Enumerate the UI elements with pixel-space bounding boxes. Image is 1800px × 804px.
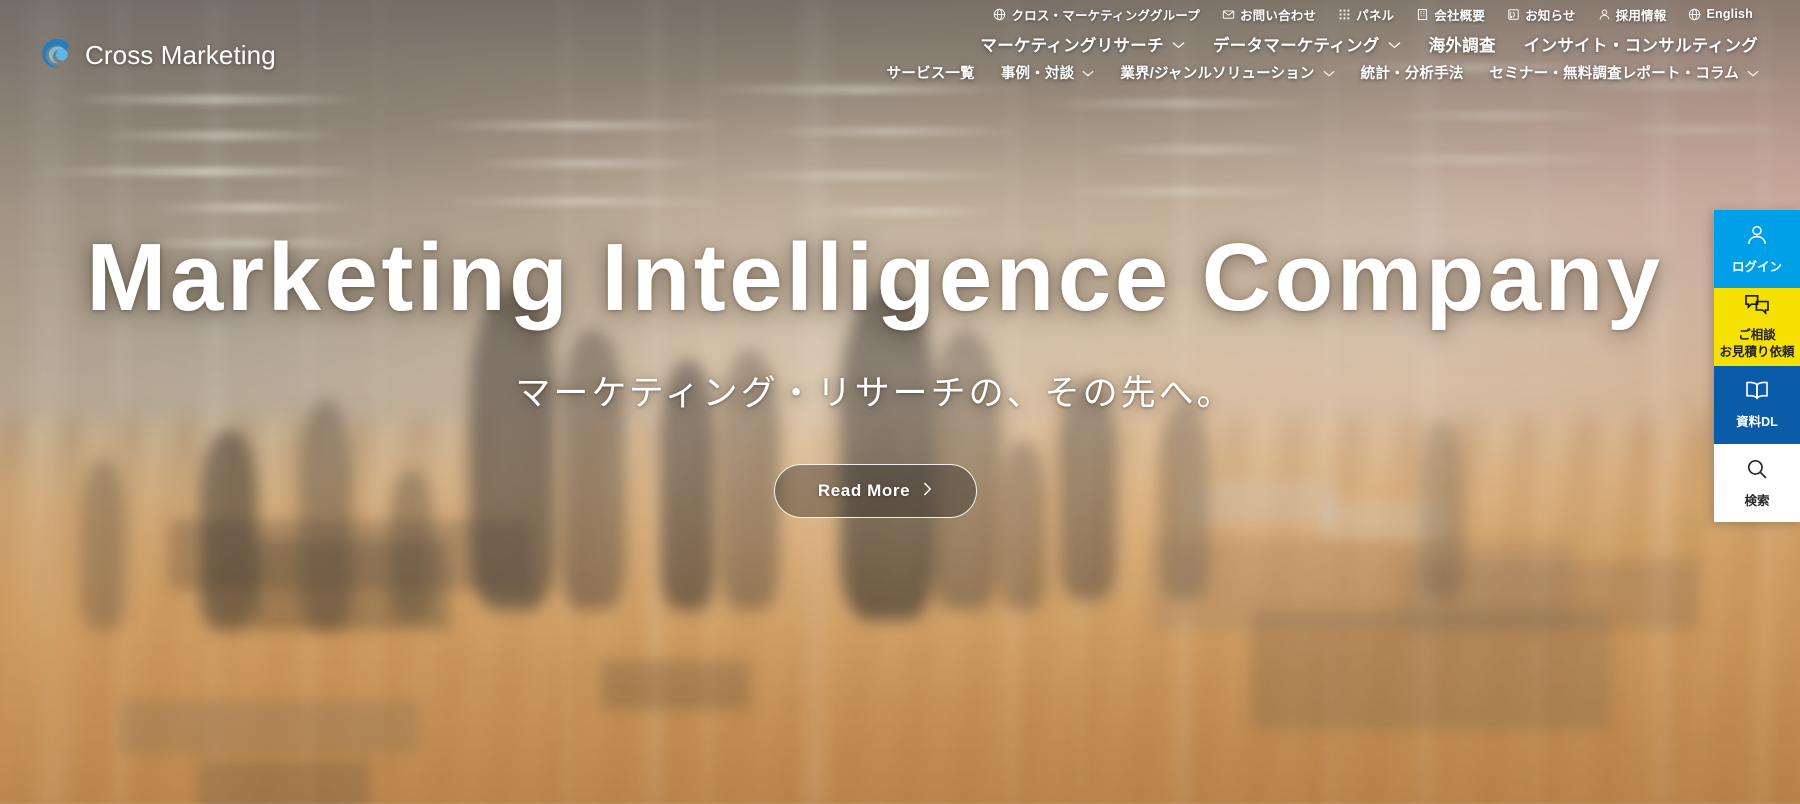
utility-item-label: パネル <box>1356 8 1395 23</box>
read-more-label: Read More <box>817 480 911 500</box>
nav-item-label: マーケティングリサーチ <box>980 37 1164 55</box>
rail-search-button[interactable]: 検索 <box>1714 444 1800 522</box>
nav-item-label: セミナー・無料調査レポート・コラム <box>1489 66 1739 82</box>
nav-item-industry-solutions[interactable]: 業界/ジャンルソリューション <box>1107 62 1347 83</box>
envelope-icon <box>1222 8 1235 21</box>
rail-quote-label-line1: ご相談 <box>1738 328 1776 343</box>
globe-icon <box>993 8 1006 21</box>
utility-navigation: クロス・マーケティンググループ お問い合わせ パネル 会社概要 お知らせ 採用情… <box>0 0 1800 28</box>
nav-item-overseas-research[interactable]: 海外調査 <box>1415 32 1510 56</box>
hero-section: Marketing Intelligence Company マーケティング・リ… <box>0 224 1800 518</box>
utility-item-label: クロス・マーケティンググループ <box>1011 8 1200 23</box>
chevron-down-icon <box>1388 35 1401 54</box>
utility-item-label: 会社概要 <box>1434 8 1486 23</box>
rail-login-button[interactable]: ログイン <box>1714 210 1800 288</box>
rail-quote-label: ご相談 お見積り依頼 <box>1719 327 1794 360</box>
main-nav-row-secondary: サービス一覧 事例・対談 業界/ジャンルソリューション 統計・分析手法 セミナー… <box>874 62 1772 83</box>
open-book-icon <box>1744 380 1770 406</box>
nav-item-service-list[interactable]: サービス一覧 <box>874 62 988 83</box>
utility-item-english[interactable]: English <box>1677 7 1764 21</box>
hero-subtitle: マーケティング・リサーチの、その先へ。 <box>515 373 1235 413</box>
rail-quote-label-line2: お見積り依頼 <box>1719 344 1795 359</box>
grid-dots-icon <box>1338 8 1351 21</box>
logo-text: Cross Marketing <box>85 40 276 70</box>
chevron-down-icon <box>1172 35 1185 54</box>
floating-side-rail: ログイン ご相談 お見積り依頼 資料DL 検索 <box>1714 210 1800 522</box>
nav-item-label: データマーケティング <box>1212 37 1380 55</box>
nav-item-marketing-research[interactable]: マーケティングリサーチ <box>966 32 1198 56</box>
rail-login-label: ログイン <box>1731 259 1782 274</box>
person-icon <box>1598 8 1611 21</box>
swirl-logo-icon <box>36 33 76 78</box>
chevron-right-icon <box>923 481 932 501</box>
utility-item-label: 採用情報 <box>1615 8 1667 23</box>
rail-download-label: 資料DL <box>1736 414 1778 429</box>
nav-item-data-marketing[interactable]: データマーケティング <box>1199 32 1415 56</box>
utility-item-news[interactable]: お知らせ <box>1496 5 1587 24</box>
page-root: クロス・マーケティンググループ お問い合わせ パネル 会社概要 お知らせ 採用情… <box>0 0 1800 804</box>
rail-document-download-button[interactable]: 資料DL <box>1714 366 1800 444</box>
utility-item-panel[interactable]: パネル <box>1327 5 1405 24</box>
nav-item-label: 海外調査 <box>1428 37 1496 55</box>
main-navigation: マーケティングリサーチ データマーケティング 海外調査 インサイト・コンサルティ… <box>874 32 1772 83</box>
chevron-down-icon <box>1747 65 1759 81</box>
site-logo[interactable]: Cross Marketing <box>36 33 276 78</box>
chevron-down-icon <box>1082 65 1094 81</box>
utility-item-group[interactable]: クロス・マーケティンググループ <box>982 5 1211 24</box>
feed-icon <box>1507 8 1520 21</box>
nav-item-seminars-reports-columns[interactable]: セミナー・無料調査レポート・コラム <box>1477 62 1772 83</box>
nav-item-label: サービス一覧 <box>886 66 975 82</box>
chevron-down-icon <box>1323 65 1335 81</box>
nav-item-label: 統計・分析手法 <box>1360 66 1464 82</box>
nav-item-statistics-methods[interactable]: 統計・分析手法 <box>1348 62 1477 83</box>
nav-item-label: 事例・対談 <box>1000 66 1075 82</box>
nav-item-label: インサイト・コンサルティング <box>1523 37 1758 55</box>
hero-title: Marketing Intelligence Company <box>86 224 1664 331</box>
utility-item-recruit[interactable]: 採用情報 <box>1587 5 1678 24</box>
utility-item-label: お問い合わせ <box>1239 8 1317 23</box>
search-icon <box>1745 457 1769 485</box>
utility-item-label: English <box>1706 7 1753 21</box>
utility-item-contact[interactable]: お問い合わせ <box>1211 5 1327 24</box>
read-more-button[interactable]: Read More <box>773 463 977 518</box>
utility-item-label: お知らせ <box>1525 8 1576 23</box>
building-icon <box>1416 8 1429 21</box>
nav-item-cases[interactable]: 事例・対談 <box>988 62 1108 83</box>
main-nav-row-primary: マーケティングリサーチ データマーケティング 海外調査 インサイト・コンサルティ… <box>874 32 1772 56</box>
globe-icon <box>1688 8 1701 21</box>
nav-item-insight-consulting[interactable]: インサイト・コンサルティング <box>1510 32 1772 56</box>
rail-quote-request-button[interactable]: ご相談 お見積り依頼 <box>1714 288 1800 366</box>
nav-item-label: 業界/ジャンルソリューション <box>1120 66 1315 82</box>
person-icon <box>1745 223 1769 251</box>
chat-bubbles-icon <box>1744 294 1770 320</box>
utility-item-company[interactable]: 会社概要 <box>1405 5 1496 24</box>
rail-search-label: 検索 <box>1744 493 1770 508</box>
